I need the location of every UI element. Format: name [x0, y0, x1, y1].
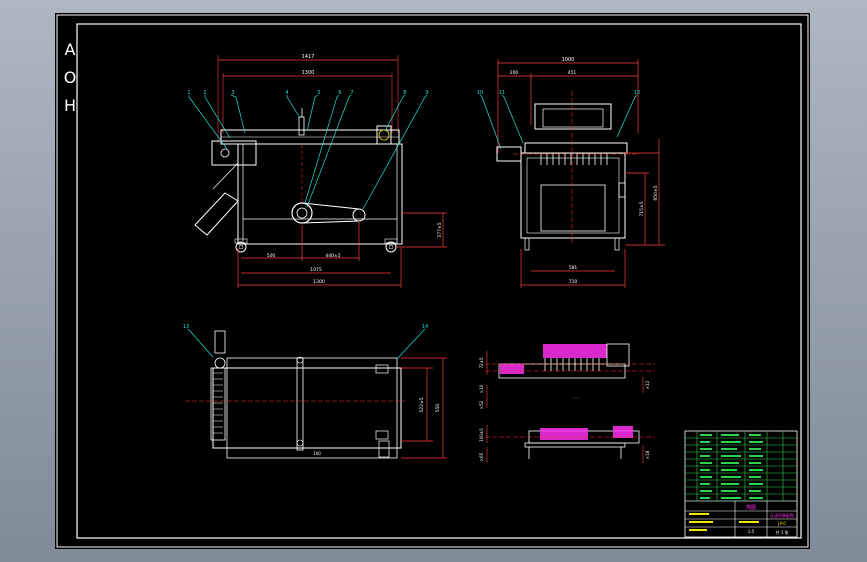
title-block-sheet-count: 共 1 张: [775, 529, 788, 535]
drawing-canvas: A O H 1417 1300 1 2 3 4 5 6 7 8 9 500 44…: [56, 14, 809, 548]
side-dim-bottom-overall: 710: [569, 279, 578, 285]
title-block: 简图 压滤机装配图 JX-0 1:5 共 1 张: [684, 430, 798, 538]
front-dim-bottom-c: 1075: [310, 267, 322, 273]
balloon-12: 12: [634, 90, 640, 96]
balloon-10: 10: [477, 90, 483, 96]
drawing-sheet: A O H 1417 1300 1 2 3 4 5 6 7 8 9 500 44…: [55, 13, 810, 549]
top-view: 522±5 550 100 13 14: [183, 324, 447, 459]
side-letter-2: O: [64, 68, 77, 87]
side-dim-right-b: 850±5: [653, 185, 659, 200]
balloon-2: 2: [203, 90, 206, 96]
side-letter-1: A: [65, 40, 76, 59]
side-letter-3: H: [64, 96, 76, 115]
title-block-scale: 1:5: [748, 529, 755, 534]
balloon-4: 4: [285, 90, 288, 96]
detail-dim-1: 72±5: [479, 357, 484, 368]
balloon-8: 8: [403, 90, 406, 96]
front-dim-bottom-a: 500: [267, 253, 276, 259]
detail-dim-7: ×18: [645, 450, 650, 459]
balloon-13: 13: [183, 324, 189, 330]
balloon-9: 9: [425, 90, 428, 96]
front-dim-bottom-b: 440±5: [325, 253, 340, 259]
top-dim-bottom-note: 100: [313, 451, 321, 456]
front-dim-right-height: 577±5: [437, 222, 443, 237]
balloon-3: 3: [231, 90, 234, 96]
side-dim-right-a: 715±5: [639, 201, 645, 216]
side-dim-top-left: 200: [510, 70, 519, 76]
balloon-14: 14: [422, 324, 428, 330]
frame-body: [237, 143, 403, 245]
detail-dim-4: 100±5: [479, 428, 484, 442]
detail-dim-6: ×12: [645, 380, 650, 389]
balloon-5: 5: [317, 90, 320, 96]
front-view: 1417 1300 1 2 3 4 5 6 7 8 9 500 440±5 10…: [187, 54, 447, 288]
title-block-part-name: 压滤机装配图: [770, 512, 794, 518]
balloon-11: 11: [499, 90, 505, 96]
drive-pulley: [291, 202, 313, 224]
top-dim-right-inner: 522±5: [419, 397, 425, 412]
front-dim-bottom-overall: 1300: [313, 279, 325, 285]
detail-views: 72±5 ×10 ×52 100±5 ×65 ×12 ×18 一一: [479, 343, 655, 463]
side-dim-top-overall: 1000: [562, 57, 575, 63]
top-dim-right-outer: 550: [435, 404, 441, 413]
front-dim-top-overall: 1417: [302, 54, 315, 60]
balloon-6: 6: [338, 90, 341, 96]
title-block-drawing-no: JX-0: [777, 521, 786, 526]
discharge-chute: [194, 192, 239, 236]
side-view: 1000 200 451 10 11 12 715±5 850±5 581 71…: [477, 57, 665, 288]
balloon-1: 1: [187, 90, 190, 96]
detail-dim-3: ×52: [479, 400, 484, 409]
title-block-title: 简图: [746, 504, 756, 511]
front-dim-top-inner: 1300: [302, 70, 315, 76]
detail-caption: 一一: [573, 396, 579, 400]
side-dim-top-right: 451: [568, 70, 577, 76]
detail-dim-5: ×65: [479, 452, 484, 461]
detail-dim-2: ×10: [479, 384, 484, 393]
balloon-7: 7: [350, 90, 353, 96]
side-dim-bottom-inner: 581: [569, 265, 578, 271]
top-motor: [214, 330, 226, 354]
